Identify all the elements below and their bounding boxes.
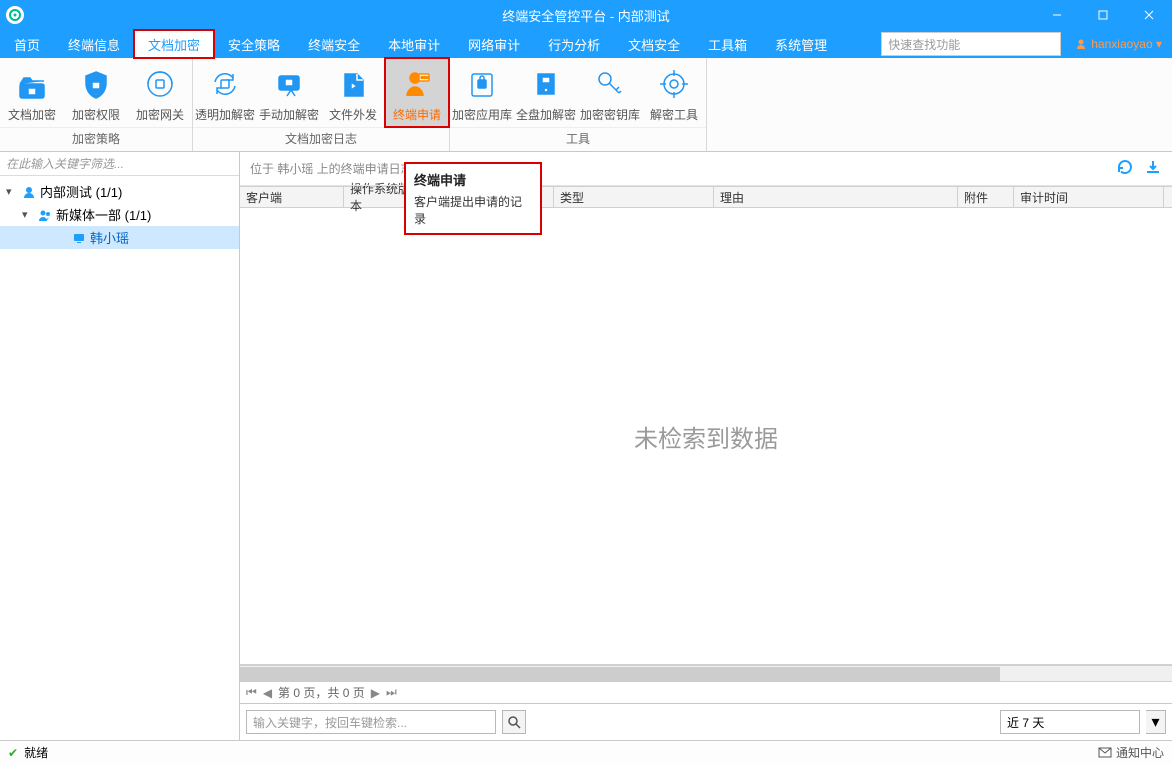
gateway-icon [144, 64, 176, 104]
menu-item-4[interactable]: 终端安全 [294, 30, 374, 58]
ribbon-disk-lock[interactable]: 全盘加解密 [514, 58, 578, 127]
refresh-lock-icon [209, 64, 241, 104]
pager: ⏮ ◀ 第 0 页，共 0 页 ▶ ⏭ [240, 682, 1172, 704]
status-text: 就绪 [24, 744, 48, 761]
window-title: 终端安全管控平台 - 内部测试 [502, 6, 670, 25]
pager-first-button[interactable]: ⏮ [246, 685, 257, 700]
disk-lock-icon [530, 64, 562, 104]
notification-center[interactable]: 通知中心 [1098, 744, 1164, 761]
column-header-6[interactable]: 审计时间 [1014, 187, 1164, 207]
status-bar: ✔ 就绪 通知中心 [0, 740, 1172, 764]
menu-bar: 首页终端信息文档加密安全策略终端安全本地审计网络审计行为分析文档安全工具箱系统管… [0, 30, 1172, 58]
ribbon-group-label: 文档加密日志 [193, 127, 449, 151]
ribbon-user-request[interactable]: 终端申请 [385, 58, 449, 127]
pager-next-button[interactable]: ▶ [371, 686, 380, 700]
menu-item-6[interactable]: 网络审计 [454, 30, 534, 58]
ribbon: 文档加密加密权限加密网关加密策略透明加解密手动加解密文件外发终端申请文档加密日志… [0, 58, 1172, 152]
menu-item-10[interactable]: 系统管理 [761, 30, 841, 58]
tree-node-1[interactable]: ▾新媒体一部 (1/1) [0, 203, 239, 226]
app-logo [6, 6, 24, 24]
org-tree: ▾内部测试 (1/1)▾新媒体一部 (1/1)韩小瑶 [0, 176, 239, 249]
app-lock-icon [466, 64, 498, 104]
tree-node-2[interactable]: 韩小瑶 [0, 226, 239, 249]
ribbon-file-send[interactable]: 文件外发 [321, 58, 385, 127]
chevron-down-icon[interactable]: ▾ [6, 185, 18, 198]
minimize-button[interactable] [1034, 0, 1080, 30]
table-body: 未检索到数据 [240, 208, 1172, 665]
ribbon-app-lock[interactable]: 加密应用库 [450, 58, 514, 127]
tooltip: 终端申请 客户端提出申请的记录 [404, 162, 542, 235]
chevron-down-icon[interactable]: ▾ [22, 208, 34, 221]
column-header-5[interactable]: 附件 [958, 187, 1014, 207]
file-send-icon [337, 64, 369, 104]
title-bar: 终端安全管控平台 - 内部测试 [0, 0, 1172, 30]
key-icon [594, 64, 626, 104]
tree-node-0[interactable]: ▾内部测试 (1/1) [0, 180, 239, 203]
pager-last-button[interactable]: ⏭ [386, 685, 397, 700]
empty-message: 未检索到数据 [634, 419, 778, 454]
ribbon-group-label: 加密策略 [0, 127, 192, 151]
target-icon [658, 64, 690, 104]
menu-item-9[interactable]: 工具箱 [694, 30, 761, 58]
menu-item-1[interactable]: 终端信息 [54, 30, 134, 58]
left-panel: 在此输入关键字筛选... ▾内部测试 (1/1)▾新媒体一部 (1/1)韩小瑶 [0, 152, 240, 740]
menu-item-2[interactable]: 文档加密 [134, 30, 214, 58]
menu-item-5[interactable]: 本地审计 [374, 30, 454, 58]
user-menu[interactable]: hanxiaoyao ▾ [1065, 30, 1172, 58]
check-icon: ✔ [8, 746, 18, 760]
user-request-icon [401, 64, 433, 104]
download-icon[interactable] [1144, 158, 1162, 179]
ribbon-shield-lock[interactable]: 加密权限 [64, 58, 128, 127]
horizontal-scrollbar[interactable] [240, 665, 1172, 682]
tooltip-body: 客户端提出申请的记录 [414, 193, 532, 227]
ribbon-target[interactable]: 解密工具 [642, 58, 706, 127]
pager-prev-button[interactable]: ◀ [263, 686, 272, 700]
ribbon-gateway[interactable]: 加密网关 [128, 58, 192, 127]
ribbon-folder-lock[interactable]: 文档加密 [0, 58, 64, 127]
breadcrumb-text: 位于 韩小瑶 上的终端申请日志 [250, 160, 413, 177]
date-range-select[interactable]: 近 7 天 [1000, 710, 1140, 734]
right-panel: 位于 韩小瑶 上的终端申请日志 客户端操作系统版本所属部门类型理由附件审计时间 … [240, 152, 1172, 740]
date-range-dropdown-button[interactable]: ▾ [1146, 710, 1166, 734]
keyword-search-input[interactable]: 输入关键字，按回车键检索... [246, 710, 496, 734]
hand-lock-icon [273, 64, 305, 104]
ribbon-refresh-lock[interactable]: 透明加解密 [193, 58, 257, 127]
refresh-icon[interactable] [1116, 158, 1134, 179]
pager-text: 第 0 页，共 0 页 [278, 684, 365, 701]
menu-item-8[interactable]: 文档安全 [614, 30, 694, 58]
pc-icon [72, 231, 86, 245]
shield-lock-icon [80, 64, 112, 104]
menu-item-3[interactable]: 安全策略 [214, 30, 294, 58]
close-button[interactable] [1126, 0, 1172, 30]
ribbon-hand-lock[interactable]: 手动加解密 [257, 58, 321, 127]
menu-item-7[interactable]: 行为分析 [534, 30, 614, 58]
ribbon-key[interactable]: 加密密钥库 [578, 58, 642, 127]
breadcrumb-bar: 位于 韩小瑶 上的终端申请日志 [240, 152, 1172, 186]
tree-filter-input[interactable]: 在此输入关键字筛选... [0, 152, 239, 176]
column-header-3[interactable]: 类型 [554, 187, 714, 207]
table-header: 客户端操作系统版本所属部门类型理由附件审计时间 [240, 186, 1172, 208]
ribbon-group-label: 工具 [450, 127, 706, 151]
column-header-0[interactable]: 客户端 [240, 187, 344, 207]
column-header-4[interactable]: 理由 [714, 187, 958, 207]
tooltip-title: 终端申请 [414, 170, 532, 189]
folder-lock-icon [16, 64, 48, 104]
keyword-search-button[interactable] [502, 710, 526, 734]
user-icon [22, 185, 36, 199]
group-icon [38, 208, 52, 222]
global-search-input[interactable]: 快速查找功能 [881, 32, 1061, 56]
maximize-button[interactable] [1080, 0, 1126, 30]
menu-item-0[interactable]: 首页 [0, 30, 54, 58]
